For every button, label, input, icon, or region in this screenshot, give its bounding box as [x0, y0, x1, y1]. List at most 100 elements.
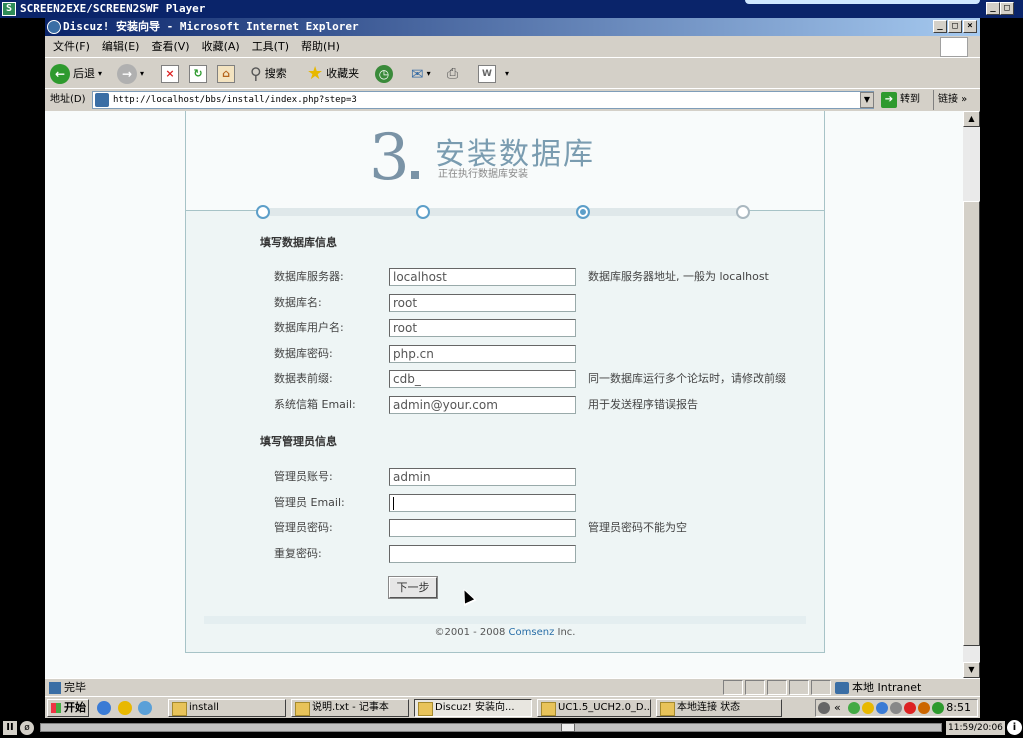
history-button[interactable]: ◷ — [375, 63, 393, 85]
player-maximize-button[interactable]: □ — [1000, 2, 1014, 15]
tray-icon-2[interactable] — [862, 702, 874, 714]
menu-file[interactable]: 文件(F) — [53, 36, 90, 58]
db-field-input[interactable]: root — [389, 293, 576, 312]
mail-button[interactable]: ✉ ▾ — [411, 63, 431, 85]
tray-volume-icon[interactable] — [918, 702, 930, 714]
next-step-button[interactable]: 下一步 — [388, 576, 438, 599]
home-button[interactable]: ⌂ — [217, 63, 235, 85]
edit-button[interactable]: W ▾ — [478, 63, 509, 85]
menu-edit[interactable]: 编辑(E) — [102, 36, 140, 58]
stop-button[interactable]: × — [161, 63, 179, 85]
vertical-scrollbar[interactable]: ▲ ▼ — [963, 111, 980, 678]
admin-field-label: 管理员密码: — [274, 521, 333, 534]
menu-help[interactable]: 帮助(H) — [301, 36, 340, 58]
progress-step-2 — [416, 205, 430, 219]
status-text: 完毕 — [49, 679, 86, 697]
status-label: 完毕 — [64, 681, 86, 694]
print-button[interactable]: ⎙ — [447, 63, 458, 85]
admin-field-input[interactable]: admin — [389, 468, 576, 486]
quicklaunch-icon-3[interactable] — [138, 701, 152, 715]
edit-dropdown-icon[interactable]: ▾ — [505, 63, 509, 85]
forward-button[interactable]: → ▾ — [117, 63, 144, 85]
status-page-icon — [49, 682, 61, 694]
taskbar-task[interactable]: 本地连接 状态 — [656, 699, 782, 717]
seek-bar[interactable] — [40, 723, 942, 732]
ie-minimize-button[interactable]: _ — [933, 20, 947, 33]
ie-maximize-button[interactable]: □ — [948, 20, 962, 33]
menu-tools[interactable]: 工具(T) — [252, 36, 289, 58]
windows-flag-icon — [940, 37, 968, 57]
db-field-label: 数据库名: — [274, 295, 322, 309]
player-minimize-button[interactable]: _ — [986, 2, 1000, 15]
db-field-input[interactable]: admin@your.com — [389, 395, 576, 414]
db-field-label: 系统信箱 Email: — [274, 397, 356, 411]
go-arrow-icon: ➔ — [881, 92, 897, 108]
ie-title: Discuz! 安装向导 - Microsoft Internet Explor… — [63, 20, 359, 33]
print-icon: ⎙ — [447, 66, 459, 82]
tray-icon-5[interactable] — [932, 702, 944, 714]
back-button[interactable]: ← 后退 ▾ — [50, 63, 102, 85]
scroll-up-icon[interactable]: ▲ — [963, 111, 980, 127]
toolbar: ← 后退 ▾ → ▾ × ↻ ⌂ ⚲ 搜索 ★ 收藏夹 ◷ ✉ ▾ ⎙ W ▾ — [45, 59, 980, 89]
tray-qq-icon[interactable] — [904, 702, 916, 714]
taskbar-task[interactable]: install — [168, 699, 286, 717]
taskbar-task[interactable]: 说明.txt - 记事本 — [291, 699, 409, 717]
player-hint-bar — [745, 0, 980, 4]
db-field-label: 数据库服务器: — [274, 270, 344, 283]
address-dropdown-icon[interactable]: ▼ — [860, 92, 874, 108]
ie-quicklaunch-icon[interactable] — [97, 701, 111, 715]
db-field-hint: 数据库服务器地址, 一般为 localhost — [588, 270, 769, 283]
tray-printer-icon[interactable] — [818, 702, 830, 714]
tray-clock: 8:51 — [946, 701, 971, 714]
info-icon[interactable]: i — [1007, 720, 1022, 735]
db-field-hint: 用于发送程序错误报告 — [588, 397, 698, 411]
mail-dropdown-icon[interactable]: ▾ — [427, 63, 431, 85]
pause-icon[interactable]: II — [3, 721, 17, 735]
admin-field-input[interactable] — [389, 544, 576, 563]
progress-step-1 — [256, 205, 270, 219]
install-panel: 3 安装数据库 正在执行数据库安装 填写数据库信息 数据库服务器: localho… — [185, 111, 825, 653]
footer-copyright: ©2001 - 2008 — [434, 627, 509, 638]
search-button[interactable]: ⚲ 搜索 — [250, 63, 287, 85]
refresh-button[interactable]: ↻ — [189, 63, 207, 85]
zone-label: 本地 Intranet — [852, 681, 922, 694]
admin-field-input[interactable] — [389, 519, 576, 537]
taskbar-task[interactable]: Discuz! 安装向... — [414, 699, 532, 717]
admin-field-input[interactable] — [389, 493, 576, 512]
scroll-thumb[interactable] — [963, 201, 980, 646]
db-field-input[interactable]: cdb_ — [389, 370, 576, 388]
scroll-down-icon[interactable]: ▼ — [963, 662, 980, 678]
taskbar: 开始 install 说明.txt - 记事本 Discuz! 安装向... UC1.… — [45, 696, 980, 718]
db-field-input[interactable]: php.cn — [389, 344, 576, 363]
refresh-icon: ↻ — [189, 65, 207, 83]
db-field-input[interactable]: localhost — [389, 268, 576, 286]
sound-icon[interactable]: ø — [20, 721, 34, 735]
favorites-button[interactable]: ★ 收藏夹 — [307, 63, 359, 85]
intranet-icon — [835, 682, 849, 694]
links-button[interactable]: 链接 » — [933, 90, 967, 110]
taskbar-task[interactable]: UC1.5_UCH2.0_D... — [537, 699, 651, 717]
status-panels — [723, 680, 831, 695]
start-button[interactable]: 开始 — [47, 699, 89, 717]
go-button[interactable]: ➔ 转到 — [881, 90, 920, 110]
quicklaunch-icon-2[interactable] — [118, 701, 132, 715]
tray-icon-3[interactable] — [876, 702, 888, 714]
admin-field-label: 管理员账号: — [274, 470, 333, 483]
seek-knob[interactable] — [561, 723, 575, 732]
back-dropdown-icon[interactable]: ▾ — [98, 63, 102, 85]
db-field-input[interactable]: root — [389, 319, 576, 337]
forward-dropdown-icon[interactable]: ▾ — [140, 63, 144, 85]
progress-track — [263, 208, 744, 216]
tray-icon-1[interactable] — [848, 702, 860, 714]
menu-favorites[interactable]: 收藏(A) — [202, 36, 240, 58]
mail-icon: ✉ — [411, 65, 424, 83]
footer-brand-link[interactable]: Comsenz — [509, 627, 555, 638]
db-field-value: admin@your.com — [393, 397, 498, 412]
ie-close-button[interactable]: × — [963, 20, 977, 33]
footer-divider — [204, 616, 806, 624]
step-number: 3 — [369, 121, 410, 195]
tray-icon-4[interactable] — [890, 702, 902, 714]
menu-view[interactable]: 查看(V) — [151, 36, 189, 58]
address-input[interactable]: http://localhost/bbs/install/index.php?s… — [92, 91, 874, 109]
tray-expand-icon[interactable]: « — [834, 700, 841, 716]
